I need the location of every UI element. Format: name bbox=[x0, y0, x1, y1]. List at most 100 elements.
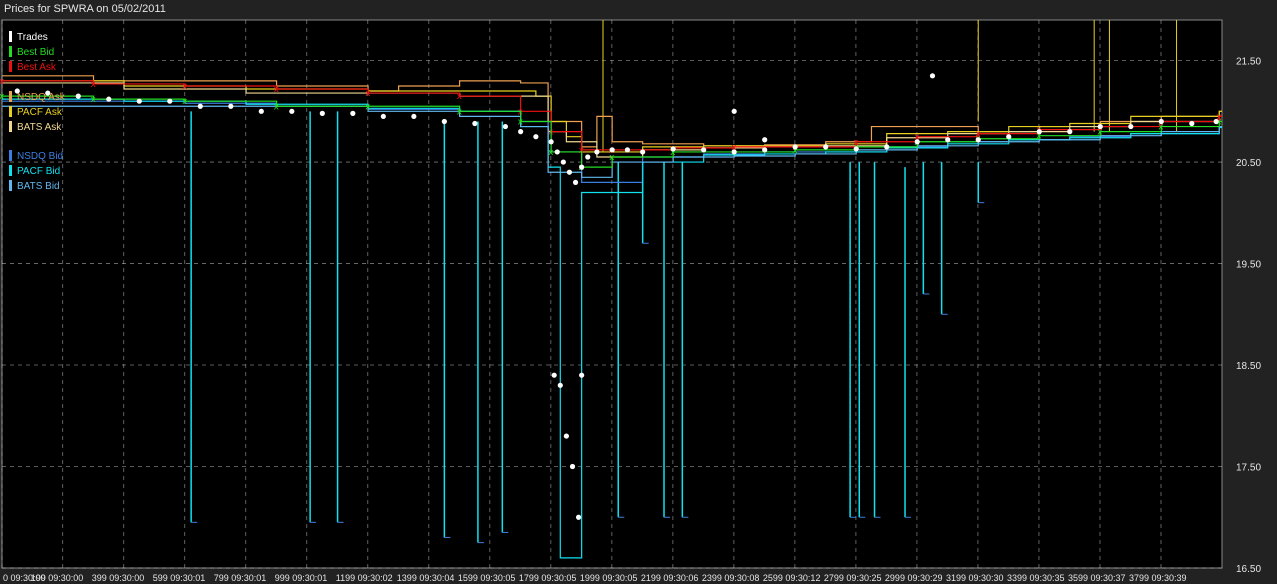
trade-point bbox=[228, 103, 234, 109]
x-tick-label: 3599 09:30:37 bbox=[1068, 573, 1126, 583]
legend-label: Trades bbox=[17, 32, 48, 43]
y-tick-label: 18.50 bbox=[1236, 361, 1261, 372]
y-tick-label: 17.50 bbox=[1236, 463, 1261, 474]
trade-point bbox=[792, 144, 798, 150]
series-marker: x bbox=[365, 102, 371, 112]
x-tick-label: 3199 09:30:30 bbox=[946, 573, 1004, 583]
series-marker: x bbox=[548, 148, 554, 158]
x-tick-label: 999 09:30:01 bbox=[275, 573, 328, 583]
legend-swatch bbox=[9, 121, 12, 132]
y-axis: 21.50 20.50 19.50 18.50 17.50 16.50 bbox=[1236, 57, 1261, 575]
trade-point bbox=[579, 372, 585, 378]
x-tick-label: 799 09:30:01 bbox=[214, 573, 267, 583]
legend-swatch bbox=[9, 150, 12, 161]
x-tick-label: 1599 09:30:05 bbox=[458, 573, 516, 583]
trade-point bbox=[975, 137, 981, 143]
legend-swatch bbox=[9, 180, 12, 191]
trade-point bbox=[502, 123, 508, 130]
series-marker: x bbox=[274, 102, 280, 112]
trade-point bbox=[380, 113, 386, 120]
trade-point bbox=[1067, 129, 1073, 135]
legend-swatch bbox=[9, 31, 12, 42]
trade-point bbox=[518, 129, 524, 135]
series-marker: x bbox=[518, 117, 524, 127]
legend-label: PACF Ask bbox=[17, 107, 63, 118]
y-tick-label: 20.50 bbox=[1236, 158, 1261, 169]
series-marker: x bbox=[91, 80, 97, 90]
series-marker: x bbox=[182, 82, 188, 92]
trade-point bbox=[640, 149, 646, 155]
series-marker: x bbox=[274, 85, 280, 95]
x-tick-label: 3799 09:30:39 bbox=[1129, 573, 1187, 583]
y-tick-label: 16.50 bbox=[1236, 564, 1261, 575]
x-tick-label: 2799 09:30:25 bbox=[824, 573, 882, 583]
series-marker: x bbox=[457, 107, 463, 117]
x-tick-label: 1199 09:30:02 bbox=[336, 573, 393, 583]
trade-point bbox=[289, 108, 295, 114]
trade-point bbox=[1189, 120, 1195, 127]
trade-point bbox=[575, 514, 582, 520]
x-tick-label: 1399 09:30:04 bbox=[397, 573, 455, 583]
trade-point bbox=[572, 179, 579, 185]
legend-label: BATS Ask bbox=[17, 122, 62, 133]
trade-point bbox=[1213, 118, 1219, 125]
trade-point bbox=[579, 164, 585, 170]
legend-swatch bbox=[9, 91, 12, 102]
trade-point bbox=[533, 134, 539, 140]
trade-point bbox=[106, 96, 112, 102]
trade-point bbox=[609, 147, 615, 153]
y-tick-label: 19.50 bbox=[1236, 260, 1261, 271]
y-tick-label: 21.50 bbox=[1236, 57, 1261, 68]
trade-point bbox=[762, 137, 768, 143]
x-tick-label: 399 09:30:00 bbox=[92, 573, 145, 583]
trade-point bbox=[945, 137, 951, 143]
trade-point bbox=[548, 139, 554, 145]
legend-swatch bbox=[9, 165, 12, 176]
series-marker: x bbox=[457, 92, 463, 102]
trade-point bbox=[1128, 123, 1134, 130]
trade-point bbox=[350, 110, 356, 116]
trade-point bbox=[731, 108, 737, 114]
trade-point bbox=[563, 433, 569, 439]
trade-point bbox=[884, 144, 890, 150]
trade-point bbox=[731, 149, 737, 155]
trade-point bbox=[560, 159, 566, 165]
price-chart: xxxxxxxxxxxxxxxxxxxxxxxxxxxxxxxxxxxxxxxx… bbox=[0, 19, 1261, 583]
legend-swatch bbox=[9, 61, 12, 72]
trade-point bbox=[1158, 118, 1164, 125]
legend-swatch bbox=[9, 106, 12, 117]
x-tick-label: 2199 09:30:06 bbox=[641, 573, 699, 583]
series-marker: x bbox=[609, 153, 615, 163]
trade-point bbox=[914, 139, 920, 145]
series-marker: x bbox=[91, 95, 97, 105]
x-tick-label: 199 09:30:00 bbox=[31, 573, 84, 583]
trade-point bbox=[136, 98, 142, 104]
legend-swatch bbox=[9, 46, 12, 57]
trade-point bbox=[557, 382, 563, 388]
trade-point bbox=[701, 147, 707, 153]
legend-label: NSDQ Bid bbox=[17, 151, 63, 162]
trade-point bbox=[823, 144, 829, 150]
series-marker: x bbox=[182, 97, 188, 107]
x-axis: 0 09:30:00199 09:30:00 399 09:30:00 599 09… bbox=[3, 573, 1187, 583]
trade-point bbox=[411, 113, 417, 120]
legend-label: NSDQ Ask bbox=[17, 92, 66, 103]
trade-point bbox=[853, 146, 859, 152]
trade-point bbox=[566, 169, 573, 175]
x-tick-label: 599 09:30:01 bbox=[153, 573, 206, 583]
trade-point bbox=[624, 147, 631, 153]
trade-point bbox=[472, 120, 478, 127]
trade-point bbox=[75, 93, 81, 99]
trade-point bbox=[551, 372, 557, 378]
x-tick-label: 1999 09:30:05 bbox=[580, 573, 638, 583]
series-marker: x bbox=[0, 92, 5, 102]
series-marker: x bbox=[365, 89, 371, 99]
trade-point bbox=[1036, 129, 1042, 135]
trade-point bbox=[197, 103, 203, 109]
trade-point bbox=[670, 146, 676, 152]
x-tick-label: 2399 09:30:08 bbox=[702, 573, 760, 583]
x-tick-label: 2599 09:30:12 bbox=[763, 573, 821, 583]
legend-label: PACF Bid bbox=[17, 166, 60, 177]
trade-point bbox=[585, 154, 591, 160]
trade-point bbox=[569, 463, 576, 470]
